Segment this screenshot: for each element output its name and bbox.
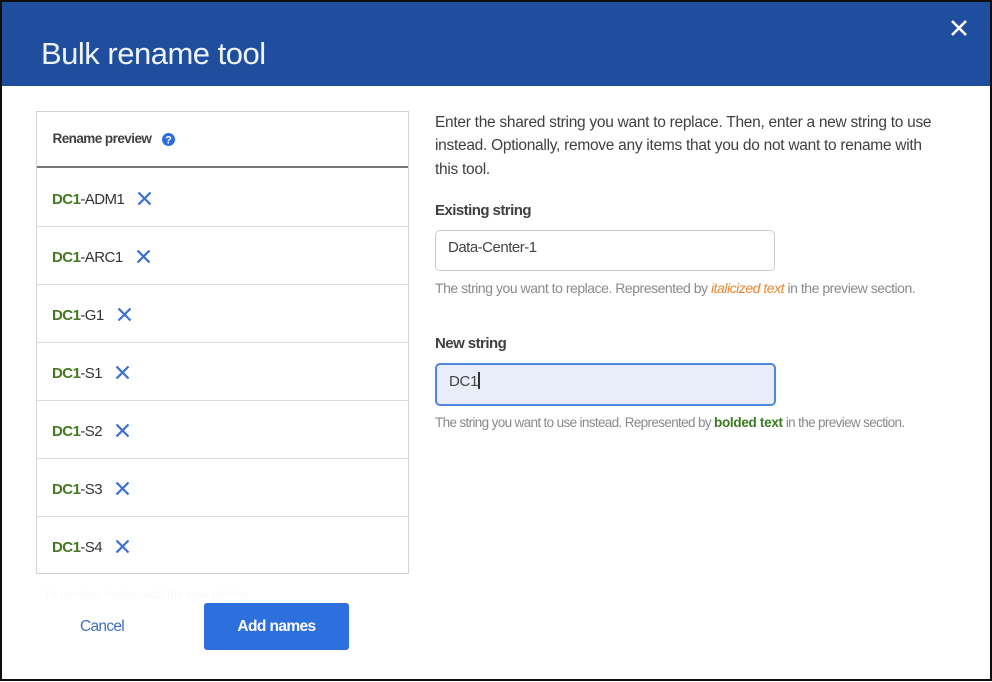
svg-text:?: ? [165,135,172,146]
